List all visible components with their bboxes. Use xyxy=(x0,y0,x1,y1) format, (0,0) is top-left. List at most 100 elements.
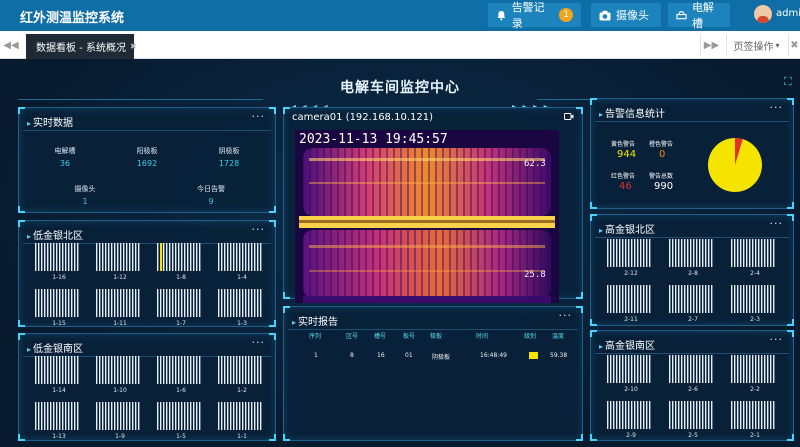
min-temp-readout: 25.8 xyxy=(524,270,546,280)
cell-1-8[interactable]: 1-8 xyxy=(156,243,206,281)
cell-label: 1-15 xyxy=(52,320,66,327)
cell-1-4[interactable]: 1-4 xyxy=(217,243,267,281)
cell-label: 1-10 xyxy=(113,387,127,394)
electrode-plates-icon xyxy=(157,402,201,430)
more-icon[interactable]: ··· xyxy=(770,101,784,114)
more-icon[interactable]: ··· xyxy=(559,309,573,322)
camera-panel: camera01 (192.168.10.121) 2023-11-13 19:… xyxy=(283,107,583,303)
column-header: 极板 xyxy=(430,333,443,340)
username[interactable]: admin xyxy=(776,8,800,19)
electrode-plates-icon xyxy=(218,243,262,271)
electrode-plates-icon xyxy=(607,401,651,429)
thermal-camera-feed[interactable]: 2023-11-13 19:45:57 62.3 25.8 xyxy=(295,130,559,303)
column-header: 时间 xyxy=(476,333,489,340)
stat-anode-plates: 阳极板 1692 xyxy=(136,147,158,168)
cell-1-12[interactable]: 1-12 xyxy=(95,243,145,281)
more-icon[interactable]: ··· xyxy=(770,217,784,230)
cell-label: 1-6 xyxy=(176,387,186,394)
cell-2-10[interactable]: 2-10 xyxy=(606,355,656,393)
low-south-zone-title: 低金银南区 xyxy=(27,340,83,355)
realtime-alarms-panel: 实时报告 ··· 序列 区号 槽号 板号 极板 时间 级别 温度 1 8 16 … xyxy=(283,306,583,441)
cell-label: 2-7 xyxy=(688,316,698,323)
alarm-records-button[interactable]: 告警记录 1 xyxy=(488,1,581,30)
cell-2-6[interactable]: 2-6 xyxy=(668,355,718,393)
close-all-tabs-icon[interactable]: ✖ xyxy=(788,34,800,56)
cell-1-5[interactable]: 1-5 xyxy=(156,402,206,440)
cell-2-3[interactable]: 2-3 xyxy=(730,285,780,323)
cell-2-1[interactable]: 2-1 xyxy=(730,401,780,439)
cell-label: 1-13 xyxy=(52,433,66,440)
orange-alarm-label: 橙色警告 xyxy=(649,141,674,148)
row-temp: 59.38 xyxy=(550,352,568,359)
cell-1-10[interactable]: 1-10 xyxy=(95,356,145,394)
cell-label: 2-3 xyxy=(750,316,760,323)
cell-1-16[interactable]: 1-16 xyxy=(34,243,84,281)
cell-2-9[interactable]: 2-9 xyxy=(606,401,656,439)
cell-1-9[interactable]: 1-9 xyxy=(95,402,145,440)
tab-scroll-left-icon[interactable]: ◀◀ xyxy=(3,34,19,56)
cell-2-11[interactable]: 2-11 xyxy=(606,285,656,323)
tab-operations-dropdown[interactable]: 页签操作 ▾ xyxy=(726,34,786,56)
cell-label: 1-2 xyxy=(237,387,247,394)
more-icon[interactable]: ··· xyxy=(252,223,266,236)
realtime-alarms-title: 实时报告 xyxy=(292,313,338,328)
cell-1-2[interactable]: 1-2 xyxy=(217,356,267,394)
cell-1-6[interactable]: 1-6 xyxy=(156,356,206,394)
more-icon[interactable]: ··· xyxy=(252,336,266,349)
electrode-plates-icon xyxy=(96,356,140,384)
more-icon[interactable]: ··· xyxy=(252,110,266,123)
cell-2-5[interactable]: 2-5 xyxy=(668,401,718,439)
low-north-zone-panel: 低金银北区 ··· 1-16 1-12 1-8 1-4 1-15 1-11 1-7 1-3 xyxy=(18,220,276,327)
cell-label: 1-7 xyxy=(176,320,186,327)
cell-1-15[interactable]: 1-15 xyxy=(34,289,84,327)
app-root: 红外测温监控系统 告警记录 1 摄像头 电解槽 admin ◀◀ 数据看板 - … xyxy=(0,0,800,447)
alarm-count-badge: 1 xyxy=(559,8,573,22)
cell-1-1[interactable]: 1-1 xyxy=(217,402,267,440)
cell-2-8[interactable]: 2-8 xyxy=(668,239,718,277)
more-icon[interactable]: ··· xyxy=(770,333,784,346)
electrode-plates-icon xyxy=(731,401,775,429)
cell-2-12[interactable]: 2-12 xyxy=(606,239,656,277)
cell-2-4[interactable]: 2-4 xyxy=(730,239,780,277)
electrode-plates-icon xyxy=(669,239,713,267)
row-level-swatch xyxy=(529,352,538,359)
row-area: 8 xyxy=(350,352,354,359)
electrode-plates-icon xyxy=(731,355,775,383)
row-cell: 16 xyxy=(377,352,385,359)
cell-1-13[interactable]: 1-13 xyxy=(34,402,84,440)
row-seq: 1 xyxy=(314,352,318,359)
electrode-plates-icon xyxy=(35,243,79,271)
electrode-plates-icon xyxy=(96,289,140,317)
stat-cameras: 摄像头 1 xyxy=(74,185,96,206)
cell-2-7[interactable]: 2-7 xyxy=(668,285,718,323)
cell-1-3[interactable]: 1-3 xyxy=(217,289,267,327)
tab-close-icon[interactable]: ✖ xyxy=(130,42,137,51)
electrode-plates-icon xyxy=(35,356,79,384)
tab-bar: ◀◀ 数据看板 - 系统概况 ✖ ▶▶ 页签操作 ▾ ✖ xyxy=(0,31,800,59)
top-header: 红外测温监控系统 告警记录 1 摄像头 电解槽 admin xyxy=(0,0,800,31)
electrode-plates-icon xyxy=(218,356,262,384)
realtime-data-title: 实时数据 xyxy=(27,114,73,129)
user-avatar[interactable] xyxy=(754,5,772,23)
camera-button[interactable]: 摄像头 xyxy=(591,3,661,27)
cell-1-7[interactable]: 1-7 xyxy=(156,289,206,327)
tab-dashboard-overview-label: 数据看板 - 系统概况 xyxy=(36,43,126,54)
alarm-pie-chart[interactable] xyxy=(705,135,765,195)
video-icon[interactable] xyxy=(564,112,574,124)
cell-label: 1-8 xyxy=(176,274,186,281)
electrode-plates-icon xyxy=(669,401,713,429)
cell-label: 1-14 xyxy=(52,387,66,394)
cell-1-11[interactable]: 1-11 xyxy=(95,289,145,327)
fullscreen-icon[interactable]: ⛶ xyxy=(784,75,792,89)
tab-dashboard-overview[interactable]: 数据看板 - 系统概况 ✖ xyxy=(26,34,137,59)
cell-1-14[interactable]: 1-14 xyxy=(34,356,84,394)
cell-label: 1-9 xyxy=(115,433,125,440)
alarm-records-label: 告警记录 xyxy=(511,1,545,30)
tab-scroll-right-icon[interactable]: ▶▶ xyxy=(700,34,722,56)
cell-2-2[interactable]: 2-2 xyxy=(730,355,780,393)
red-alarm-label: 红色警告 xyxy=(611,173,636,180)
electrolysis-cell-button[interactable]: 电解槽 xyxy=(668,1,730,30)
cell-label: 1-16 xyxy=(52,274,66,281)
bell-icon xyxy=(497,10,506,20)
electrode-plates-icon xyxy=(669,355,713,383)
